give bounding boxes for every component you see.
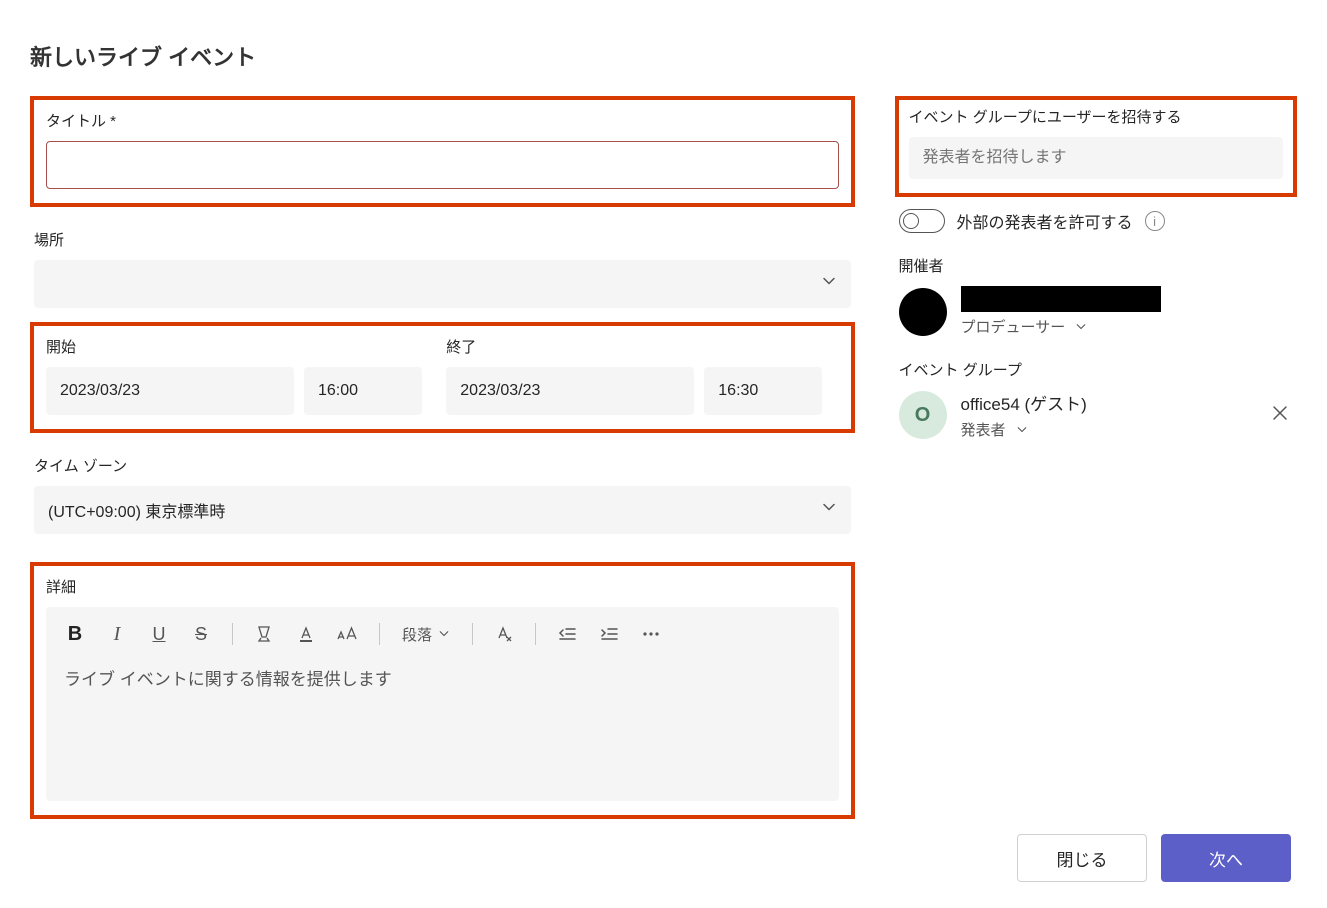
close-button[interactable]: 閉じる [1017, 834, 1147, 882]
footer-actions: 閉じる 次へ [1017, 834, 1291, 882]
highlight-icon[interactable] [249, 619, 279, 649]
organizer-row: プロデューサー [895, 286, 1297, 337]
indent-icon[interactable] [594, 619, 624, 649]
event-group-role-select[interactable]: 発表者 [961, 419, 1087, 440]
start-time-input[interactable]: 16:00 [304, 367, 422, 415]
start-label: 開始 [46, 336, 438, 357]
title-section: タイトル * [30, 96, 855, 207]
paragraph-style-select[interactable]: 段落 [396, 620, 456, 649]
end-time-input[interactable]: 16:30 [704, 367, 822, 415]
remove-member-button[interactable] [1263, 394, 1297, 436]
info-icon[interactable]: i [1145, 211, 1165, 231]
timezone-section: タイム ゾーン (UTC+09:00) 東京標準時 [30, 455, 855, 534]
organizer-section-label: 開催者 [899, 255, 1297, 276]
end-date-input[interactable]: 2023/03/23 [446, 367, 694, 415]
italic-icon[interactable]: I [102, 619, 132, 649]
toolbar-separator [232, 623, 233, 645]
invite-section: イベント グループにユーザーを招待する [895, 96, 1297, 197]
end-label: 終了 [446, 336, 838, 357]
location-label: 場所 [34, 229, 851, 250]
location-select[interactable] [34, 260, 851, 308]
strikethrough-icon[interactable]: S [186, 619, 216, 649]
outdent-icon[interactable] [552, 619, 582, 649]
toolbar-separator [535, 623, 536, 645]
invite-label: イベント グループにユーザーを招待する [909, 106, 1283, 127]
bold-icon[interactable]: B [60, 619, 90, 649]
font-size-icon[interactable] [333, 619, 363, 649]
invite-presenter-input[interactable] [909, 137, 1283, 179]
avatar: O [899, 391, 947, 439]
timezone-label: タイム ゾーン [34, 455, 851, 476]
more-options-icon[interactable] [636, 619, 666, 649]
details-toolbar: B I U S 段落 [46, 607, 839, 661]
underline-icon[interactable]: U [144, 619, 174, 649]
details-section: 詳細 B I U S 段 [30, 562, 855, 819]
page-title: 新しいライブ イベント [30, 40, 1297, 72]
event-group-member-name: office54 (ゲスト) [961, 390, 1087, 415]
start-date-input[interactable]: 2023/03/23 [46, 367, 294, 415]
allow-external-label: 外部の発表者を許可する [957, 209, 1133, 233]
title-input[interactable] [46, 141, 839, 189]
clear-formatting-icon[interactable] [489, 619, 519, 649]
allow-external-toggle[interactable] [899, 209, 945, 233]
toggle-knob [903, 213, 919, 229]
avatar [899, 288, 947, 336]
timezone-value: (UTC+09:00) 東京標準時 [48, 498, 225, 522]
location-section: 場所 [30, 229, 855, 308]
details-label: 詳細 [46, 576, 839, 597]
details-editor[interactable]: ライブ イベントに関する情報を提供します [46, 661, 839, 801]
title-label: タイトル * [46, 110, 839, 131]
next-button[interactable]: 次へ [1161, 834, 1291, 882]
organizer-role-select[interactable]: プロデューサー [961, 316, 1161, 337]
toolbar-separator [379, 623, 380, 645]
event-group-member-row: O office54 (ゲスト) 発表者 [895, 390, 1297, 440]
toolbar-separator [472, 623, 473, 645]
timezone-select[interactable]: (UTC+09:00) 東京標準時 [34, 486, 851, 534]
organizer-name-redacted [961, 286, 1161, 312]
event-group-section-label: イベント グループ [899, 359, 1297, 380]
font-color-icon[interactable] [291, 619, 321, 649]
datetime-section: 開始 2023/03/23 16:00 終了 2023/03/23 16:30 [30, 322, 855, 433]
